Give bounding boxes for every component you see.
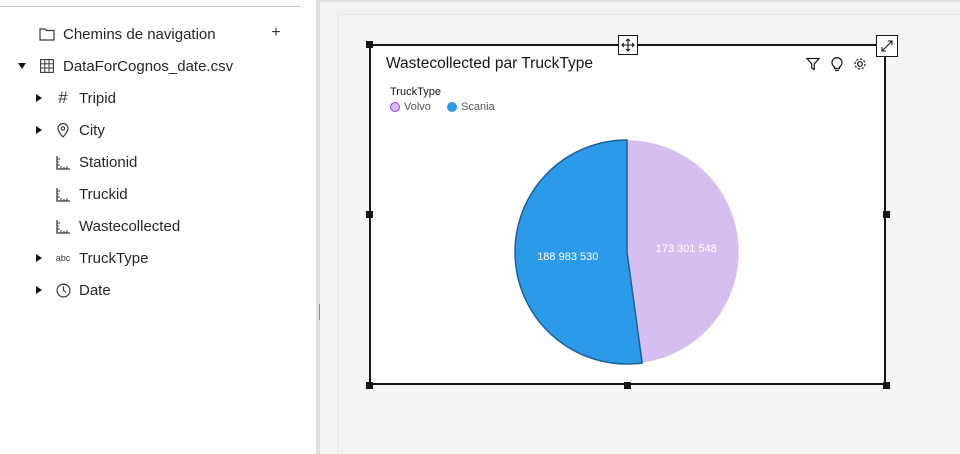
- field-label: Truckid: [79, 185, 128, 203]
- navigation-paths-label: Chemins de navigation: [63, 25, 216, 43]
- legend-item-scania[interactable]: Scania: [447, 101, 495, 113]
- canvas-top-border: [320, 0, 960, 2]
- expand-arrows-icon: [880, 39, 894, 53]
- data-source-panel: Chemins de navigation + DataForCognos_da…: [0, 0, 316, 454]
- chevron-right-icon[interactable]: [34, 125, 44, 135]
- resize-handle-top-left[interactable]: [366, 41, 373, 48]
- resize-handle-left[interactable]: [366, 211, 373, 218]
- field-label: Date: [79, 281, 111, 299]
- legend-swatch-volvo: [390, 102, 400, 112]
- resize-handle-bottom-right[interactable]: [883, 382, 890, 389]
- field-label: Wastecollected: [79, 217, 181, 235]
- data-source-label: DataForCognos_date.csv: [63, 57, 234, 75]
- field-label: TruckType: [79, 249, 149, 267]
- chevron-down-icon[interactable]: [17, 61, 27, 71]
- settings-gear-icon[interactable]: [852, 56, 868, 72]
- panel-divider: [0, 6, 300, 7]
- chevron-right-icon[interactable]: [34, 285, 44, 295]
- expand-widget-button[interactable]: [876, 35, 898, 57]
- widget-title: Wastecollected par TruckType: [386, 55, 594, 72]
- move-widget-button[interactable]: [618, 35, 638, 55]
- legend-swatch-scania: [447, 102, 457, 112]
- chevron-right-icon[interactable]: [34, 93, 44, 103]
- move-arrows-icon: [621, 38, 635, 52]
- measure-ruler-icon: [54, 217, 72, 235]
- measure-ruler-icon: [54, 153, 72, 171]
- legend-label-volvo: Volvo: [404, 101, 431, 113]
- hash-icon: #: [58, 88, 68, 107]
- legend-item-volvo[interactable]: Volvo: [390, 101, 431, 113]
- chevron-right-icon[interactable]: [34, 253, 44, 263]
- location-pin-icon: [54, 121, 72, 139]
- legend-title: TruckType: [390, 86, 441, 98]
- field-label: Tripid: [79, 89, 116, 107]
- table-icon: [38, 57, 56, 75]
- resize-handle-right[interactable]: [883, 211, 890, 218]
- legend-label-scania: Scania: [461, 101, 495, 113]
- add-navigation-path-button[interactable]: +: [268, 25, 284, 41]
- lightbulb-icon[interactable]: [829, 56, 845, 72]
- field-label: City: [79, 121, 105, 139]
- abc-text-icon: abc: [55, 253, 71, 263]
- measure-ruler-icon: [54, 185, 72, 203]
- filter-icon[interactable]: [805, 56, 821, 72]
- folder-icon: [38, 25, 56, 43]
- resize-handle-bottom[interactable]: [624, 382, 631, 389]
- field-label: Stationid: [79, 153, 138, 171]
- resize-handle-bottom-left[interactable]: [366, 382, 373, 389]
- clock-icon: [54, 281, 72, 299]
